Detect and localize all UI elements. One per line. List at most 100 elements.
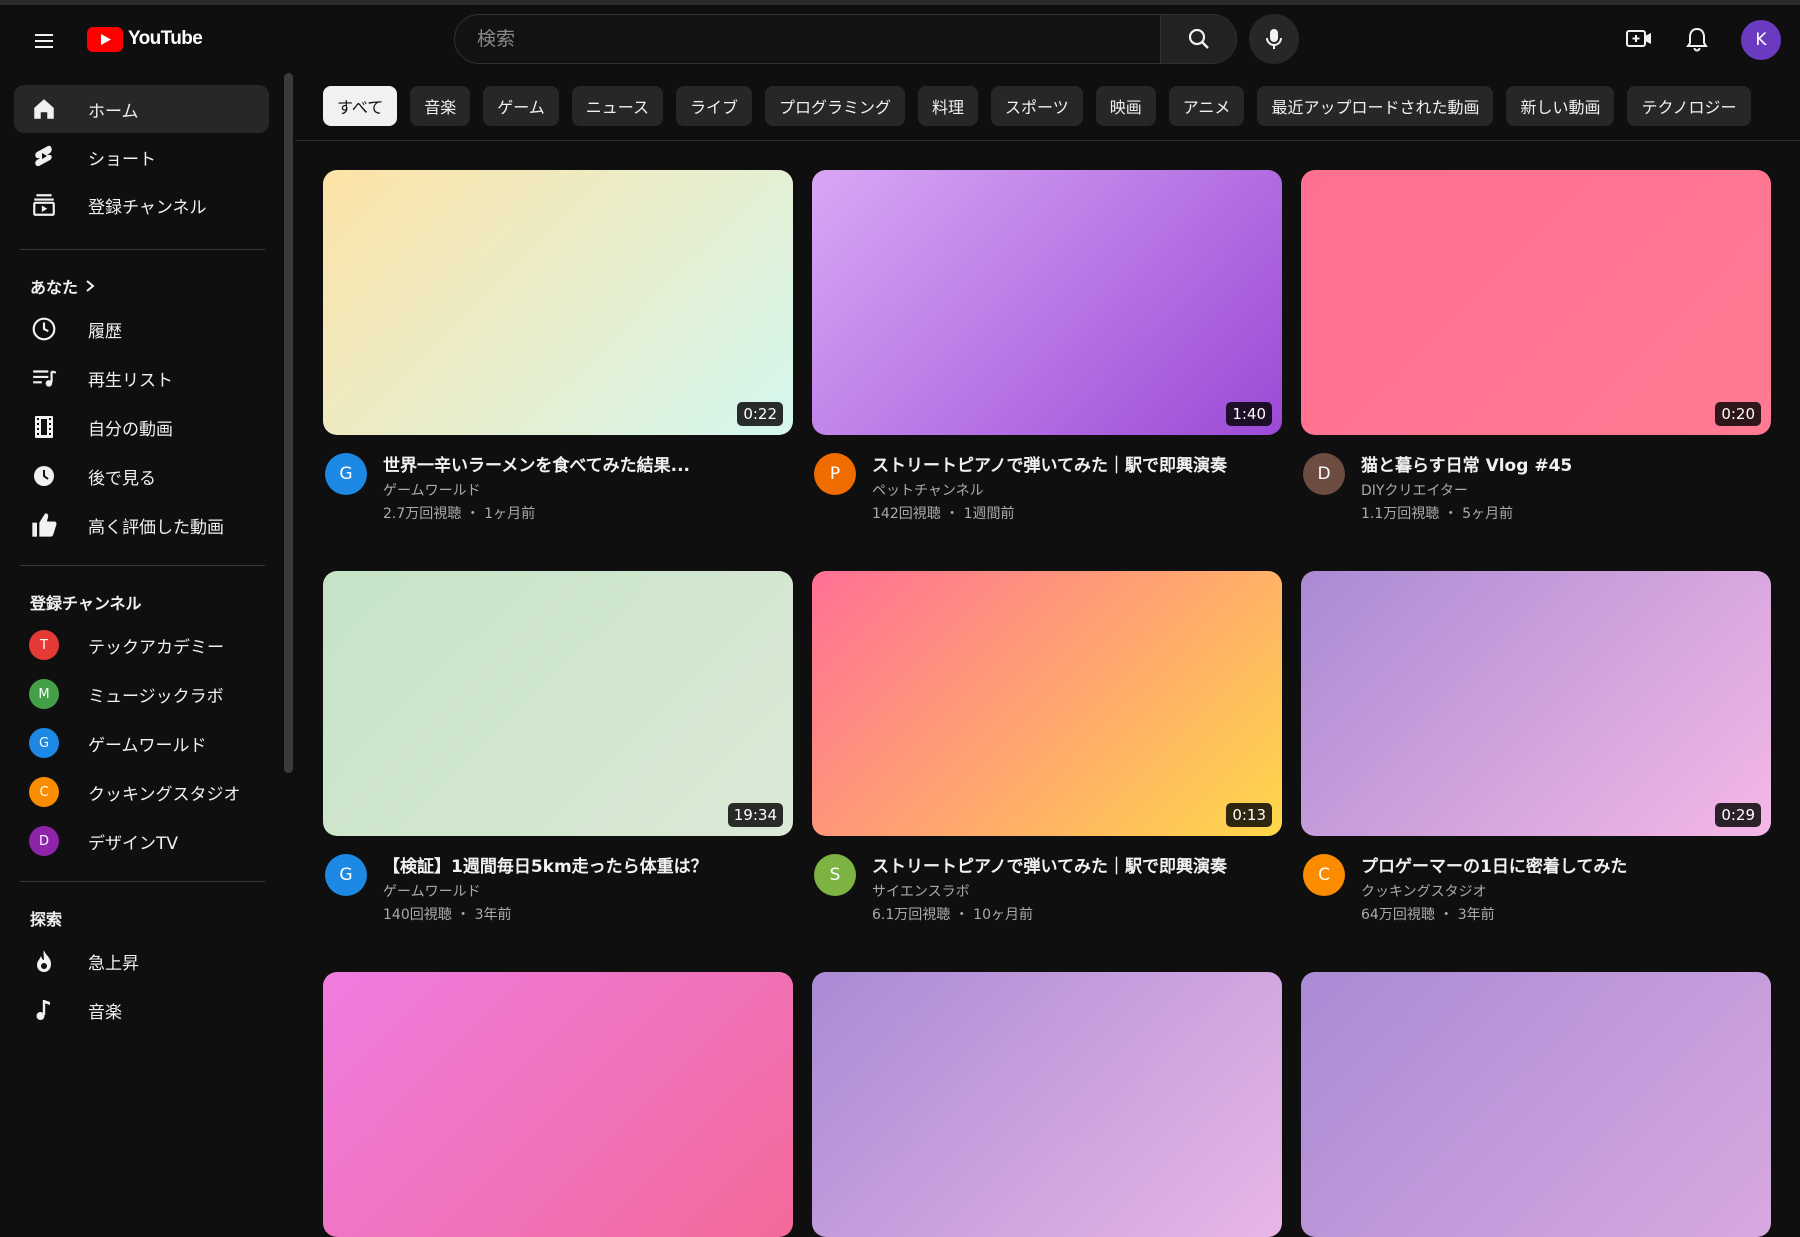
search-button[interactable] [1160,14,1237,64]
create-button[interactable] [1618,18,1660,60]
sidebar-item-music[interactable]: 音楽 [14,986,269,1024]
video-thumbnail[interactable] [812,972,1282,1237]
chip-cooking[interactable]: 料理 [918,86,979,126]
logo-text: YouTube [128,28,203,49]
sidebar-item-label: 再生リスト [88,370,173,391]
chip-games[interactable]: ゲーム [483,86,559,126]
video-thumbnail[interactable]: 1:40 [812,170,1282,435]
video-card[interactable]: 0:20 D 猫と暮らす日常 Vlog #45 DIYクリエイター 1.1万回視… [1301,170,1771,545]
chip-programming[interactable]: プログラミング [765,86,906,126]
chip-music[interactable]: 音楽 [410,86,471,126]
video-title[interactable]: ストリートピアノで弾いてみた｜駅で即興演奏 [872,451,1272,476]
chip-new-videos[interactable]: 新しい動画 [1506,86,1615,126]
channel-name[interactable]: クッキングスタジオ [1361,881,1487,901]
filter-chip-bar: すべて 音楽 ゲーム ニュース ライブ プログラミング 料理 スポーツ 映画 アニメ 最近アップロー… [323,86,1771,128]
video-card[interactable] [1301,972,1771,1237]
youtube-logo[interactable]: YouTube [87,26,203,52]
notifications-button[interactable] [1676,18,1718,60]
video-card[interactable] [812,972,1282,1237]
chip-sports[interactable]: スポーツ [991,86,1083,126]
chip-bar-divider [295,140,1800,141]
channel-name[interactable]: ゲームワールド [383,480,481,500]
chip-news[interactable]: ニュース [571,86,663,126]
view-count: 1.1万回視聴 [1361,506,1440,522]
top-header: YouTube K [0,5,1800,71]
shorts-icon [29,142,59,172]
video-thumbnail[interactable]: 0:22 [323,170,793,435]
chip-movies[interactable]: 映画 [1095,86,1156,126]
video-thumbnail[interactable]: 0:20 [1301,170,1771,435]
channel-avatar: D [29,826,59,856]
chip-anime[interactable]: アニメ [1168,86,1245,126]
sidebar-item-trending[interactable]: 急上昇 [14,937,269,985]
watch-later-icon [29,461,59,491]
sidebar-item-label: 登録チャンネル [88,197,207,218]
video-card[interactable]: 0:13 S ストリートピアノで弾いてみた｜駅で即興演奏 サイエンスラボ 6.1… [812,571,1282,946]
sidebar-item-watch-later[interactable]: 後で見る [14,452,269,500]
sidebar-scrollbar[interactable] [284,73,293,773]
chip-recently-uploaded[interactable]: 最近アップロードされた動画 [1257,86,1494,126]
upload-age: 10ヶ月前 [973,907,1033,923]
video-card[interactable]: 0:22 G 世界一辛いラーメンを食べてみた結果... ゲームワールド 2.7万… [323,170,793,545]
sidebar-channel-tech-academy[interactable]: T テックアカデミー [14,621,269,669]
sidebar-item-playlists[interactable]: 再生リスト [14,354,269,402]
trending-icon [29,946,59,976]
channel-avatar[interactable]: D [1303,453,1345,495]
channel-avatar[interactable]: S [814,854,856,896]
channel-name[interactable]: サイエンスラボ [872,881,970,901]
duration-badge: 1:40 [1226,402,1272,426]
channel-avatar: C [29,777,59,807]
video-thumbnail[interactable] [1301,972,1771,1237]
you-section-header[interactable]: あなた [30,274,96,298]
account-avatar[interactable]: K [1741,20,1781,60]
chip-live[interactable]: ライブ [676,86,753,126]
sidebar-item-my-videos[interactable]: 自分の動画 [14,403,269,451]
upload-age: 3年前 [474,907,512,923]
voice-search-button[interactable] [1249,14,1299,64]
channel-name[interactable]: ゲームワールド [383,881,481,901]
video-title[interactable]: プロゲーマーの1日に密着してみた [1361,852,1761,877]
sidebar-item-liked-videos[interactable]: 高く評価した動画 [14,501,269,549]
menu-button[interactable] [24,21,64,61]
channel-avatar[interactable]: G [325,854,367,896]
video-stats: 142回視聴 ・ 1週間前 [872,506,1015,522]
sidebar-channel-game-world[interactable]: G ゲームワールド [14,719,269,767]
sidebar-item-history[interactable]: 履歴 [14,305,269,353]
video-card[interactable]: 0:29 C プロゲーマーの1日に密着してみた クッキングスタジオ 64万回視聴… [1301,571,1771,946]
video-thumbnail[interactable] [323,972,793,1237]
channel-label: ミュージックラボ [88,686,224,707]
chip-technology[interactable]: テクノロジー [1627,86,1751,126]
sidebar-channel-design-tv[interactable]: D デザインTV [14,817,269,865]
video-title[interactable]: ストリートピアノで弾いてみた｜駅で即興演奏 [872,852,1272,877]
sidebar-item-subscriptions[interactable]: 登録チャンネル [14,181,269,229]
channel-avatar[interactable]: P [814,453,856,495]
upload-age: 1ヶ月前 [484,506,536,522]
sidebar-item-home[interactable]: ホーム [14,85,269,133]
video-thumbnail[interactable]: 0:13 [812,571,1282,836]
video-stats: 64万回視聴 ・ 3年前 [1361,907,1495,923]
sidebar-channel-music-lab[interactable]: M ミュージックラボ [14,670,269,718]
video-title[interactable]: 世界一辛いラーメンを食べてみた結果... [383,451,783,476]
video-stats: 140回視聴 ・ 3年前 [383,907,512,923]
video-card[interactable]: 19:34 G 【検証】1週間毎日5km走ったら体重は？ ゲームワールド 140… [323,571,793,946]
channel-avatar[interactable]: C [1303,854,1345,896]
video-title[interactable]: 猫と暮らす日常 Vlog #45 [1361,451,1761,476]
channel-avatar[interactable]: G [325,453,367,495]
sidebar-item-shorts[interactable]: ショート [14,133,269,181]
sidebar-channel-cooking-studio[interactable]: C クッキングスタジオ [14,768,269,816]
explore-section-title: 探索 [30,910,63,929]
sidebar-item-label: ショート [88,149,156,170]
channel-name[interactable]: DIYクリエイター [1361,480,1468,500]
search-box[interactable] [454,14,1161,64]
search-input[interactable] [477,28,1161,50]
my-videos-icon [29,412,59,442]
channel-name[interactable]: ペットチャンネル [872,480,984,500]
video-thumbnail[interactable]: 19:34 [323,571,793,836]
chip-all[interactable]: すべて [323,86,398,126]
video-thumbnail[interactable]: 0:29 [1301,571,1771,836]
view-count: 6.1万回視聴 [872,907,951,923]
channel-avatar: T [29,630,59,660]
video-title[interactable]: 【検証】1週間毎日5km走ったら体重は？ [383,852,783,877]
video-card[interactable]: 1:40 P ストリートピアノで弾いてみた｜駅で即興演奏 ペットチャンネル 14… [812,170,1282,545]
video-card[interactable] [323,972,793,1237]
